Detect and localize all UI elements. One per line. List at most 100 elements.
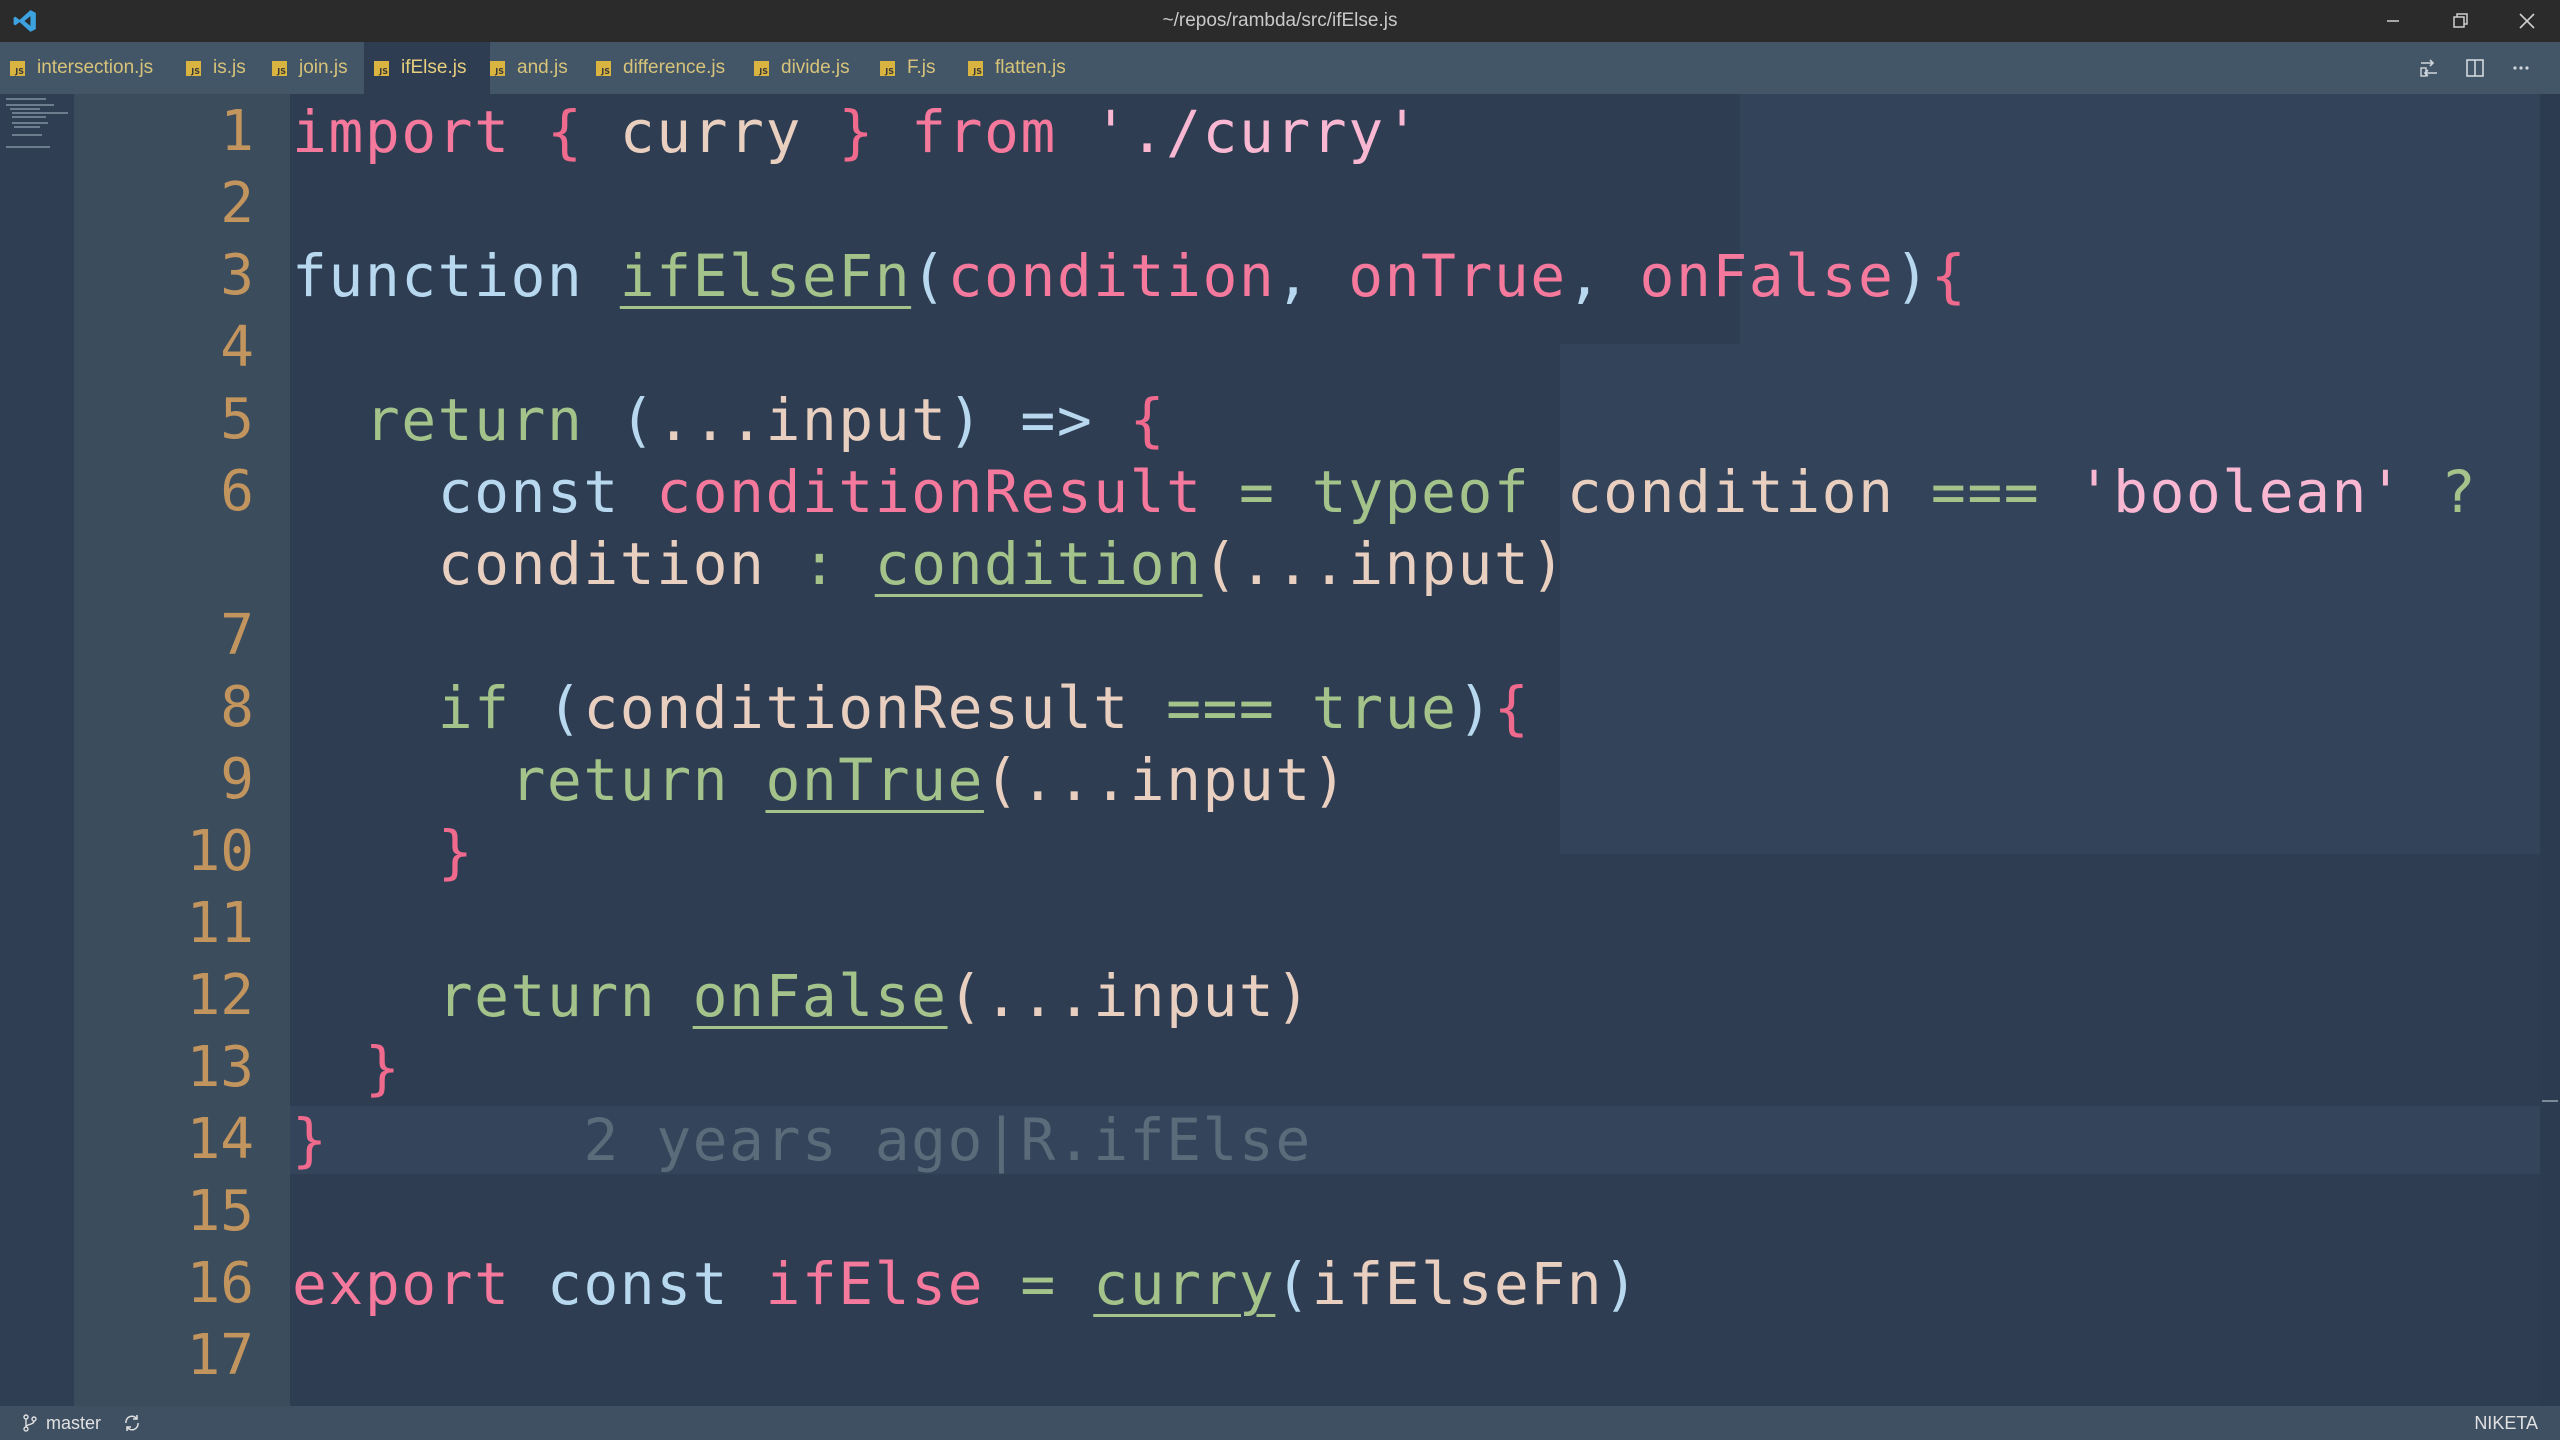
- tab-f-js[interactable]: JS F.js: [868, 42, 964, 94]
- token-punctuation: (: [1275, 1250, 1312, 1318]
- line-number: 11: [186, 891, 254, 956]
- token-operator: =>: [1020, 386, 1094, 454]
- token-identifier: condition: [1566, 458, 1895, 526]
- line-number: 14: [186, 1107, 254, 1172]
- token-identifier: condition: [437, 530, 766, 598]
- token-operator: ===: [1166, 674, 1276, 742]
- restore-button[interactable]: [2434, 0, 2488, 42]
- vertical-scrollbar[interactable]: [2540, 94, 2560, 1406]
- split-editor-button[interactable]: [2452, 42, 2498, 94]
- token-keyword: return: [437, 962, 657, 1030]
- js-file-icon: JS: [754, 60, 769, 76]
- token-operator: ===: [1930, 458, 2041, 526]
- token-punctuation: (: [911, 242, 948, 310]
- token-operator: :: [801, 530, 839, 598]
- token-identifier: curry: [619, 98, 802, 166]
- scrollbar-position-marker: [2542, 1100, 2558, 1102]
- tab-and-js[interactable]: JS and.js: [480, 42, 594, 94]
- more-actions-button[interactable]: [2498, 42, 2544, 94]
- code-line-6-wrap: condition : condition(...input): [292, 528, 1567, 600]
- token-keyword: from: [911, 98, 1057, 166]
- line-number: 7: [220, 603, 254, 668]
- token-keyword: const: [437, 458, 620, 526]
- line-number: 16: [186, 1251, 254, 1316]
- tab-flatten-js[interactable]: JS flatten.js: [952, 42, 1098, 94]
- line-number: 12: [186, 963, 254, 1028]
- code-line-8: if (conditionResult === true){: [292, 672, 1530, 744]
- token-punctuation: ): [947, 386, 984, 454]
- token-punctuation: (: [619, 386, 657, 454]
- minimize-icon: [2387, 20, 2399, 22]
- token-punctuation: ): [1603, 1250, 1640, 1318]
- minimize-button[interactable]: [2366, 0, 2420, 42]
- minimap-line: [6, 98, 46, 100]
- code-line-5: return (...input) => {: [292, 384, 1166, 456]
- token-function-call: onTrue: [765, 746, 984, 814]
- line-number: 8: [220, 675, 254, 740]
- token-keyword: import: [292, 98, 511, 166]
- minimap[interactable]: [0, 94, 74, 1406]
- code-line-14: } 2 years ago|R.ifElse: [292, 1104, 1312, 1176]
- line-number: 4: [220, 315, 254, 380]
- close-icon: [2519, 13, 2535, 29]
- token-identifier: ifElseFn: [1311, 1250, 1604, 1318]
- close-button[interactable]: [2500, 0, 2554, 42]
- account-name[interactable]: NIKETA: [2474, 1406, 2538, 1440]
- token-punctuation: ): [1457, 674, 1494, 742]
- minimap-line: [12, 134, 42, 136]
- code-line-16: export const ifElse = curry(ifElseFn): [292, 1248, 1640, 1320]
- minimap-line: [12, 116, 46, 118]
- tab-label: ifElse.js: [401, 57, 467, 78]
- line-number: 9: [220, 747, 254, 812]
- minimap-line: [12, 112, 68, 114]
- token-brace: }: [292, 1106, 329, 1174]
- token-keyword: export: [292, 1250, 511, 1318]
- token-operator: =: [1238, 458, 1276, 526]
- git-branch-indicator[interactable]: master: [22, 1406, 101, 1440]
- token-string: './curry': [1093, 98, 1422, 166]
- tab-difference-js[interactable]: JS difference.js: [584, 42, 754, 94]
- js-file-icon: JS: [186, 60, 201, 76]
- token-param: onFalse: [1639, 242, 1895, 310]
- token-function-call: onFalse: [692, 962, 948, 1030]
- indent-highlight: [1560, 344, 2540, 854]
- window-title: ~/repos/rambda/src/ifElse.js: [1162, 10, 1398, 31]
- token-param: condition: [947, 242, 1276, 310]
- tab-join-js[interactable]: JS join.js: [264, 42, 372, 94]
- token-identifier: conditionResult: [583, 674, 1130, 742]
- tab-label: join.js: [299, 57, 348, 78]
- token-brace: {: [1930, 242, 1968, 310]
- git-branch-icon: [23, 1414, 37, 1432]
- token-punctuation: ): [1894, 242, 1931, 310]
- line-number: 5: [220, 387, 254, 452]
- token-args: (...input): [947, 962, 1312, 1030]
- token-punctuation: ,: [1566, 242, 1604, 310]
- sync-button[interactable]: [122, 1406, 142, 1440]
- tab-divide-js[interactable]: JS divide.js: [742, 42, 880, 94]
- code-line-12: return onFalse(...input): [292, 960, 1312, 1032]
- minimap-line: [10, 108, 40, 110]
- tab-is-js[interactable]: JS is.js: [178, 42, 272, 94]
- js-file-icon: JS: [490, 60, 505, 76]
- token-brace: }: [364, 1034, 402, 1102]
- code-line-3: function ifElseFn(condition, onTrue, onF…: [292, 240, 1967, 312]
- line-number: 10: [186, 819, 254, 884]
- token-brace: {: [1129, 386, 1167, 454]
- more-actions-icon: [2513, 66, 2529, 70]
- token-args: (...input): [983, 746, 1349, 814]
- token-keyword: true: [1311, 674, 1458, 742]
- compare-changes-button[interactable]: [2406, 42, 2452, 94]
- tab-label: divide.js: [781, 57, 850, 78]
- git-blame-annotation[interactable]: 2 years ago|R.ifElse: [583, 1106, 1311, 1174]
- split-editor-icon: [2466, 59, 2484, 77]
- token-brace: }: [437, 818, 475, 886]
- line-number: 6: [220, 459, 254, 524]
- title-bar: ~/repos/rambda/src/ifElse.js: [0, 0, 2560, 42]
- tab-label: intersection.js: [37, 57, 154, 78]
- line-number: 2: [220, 171, 254, 236]
- tab-label: and.js: [517, 57, 568, 78]
- token-operator: =: [1020, 1250, 1057, 1318]
- tab-intersection-js[interactable]: JS intersection.js: [0, 42, 188, 94]
- js-file-icon: JS: [10, 60, 25, 76]
- tab-ifelse-js[interactable]: JS ifElse.js: [364, 42, 490, 94]
